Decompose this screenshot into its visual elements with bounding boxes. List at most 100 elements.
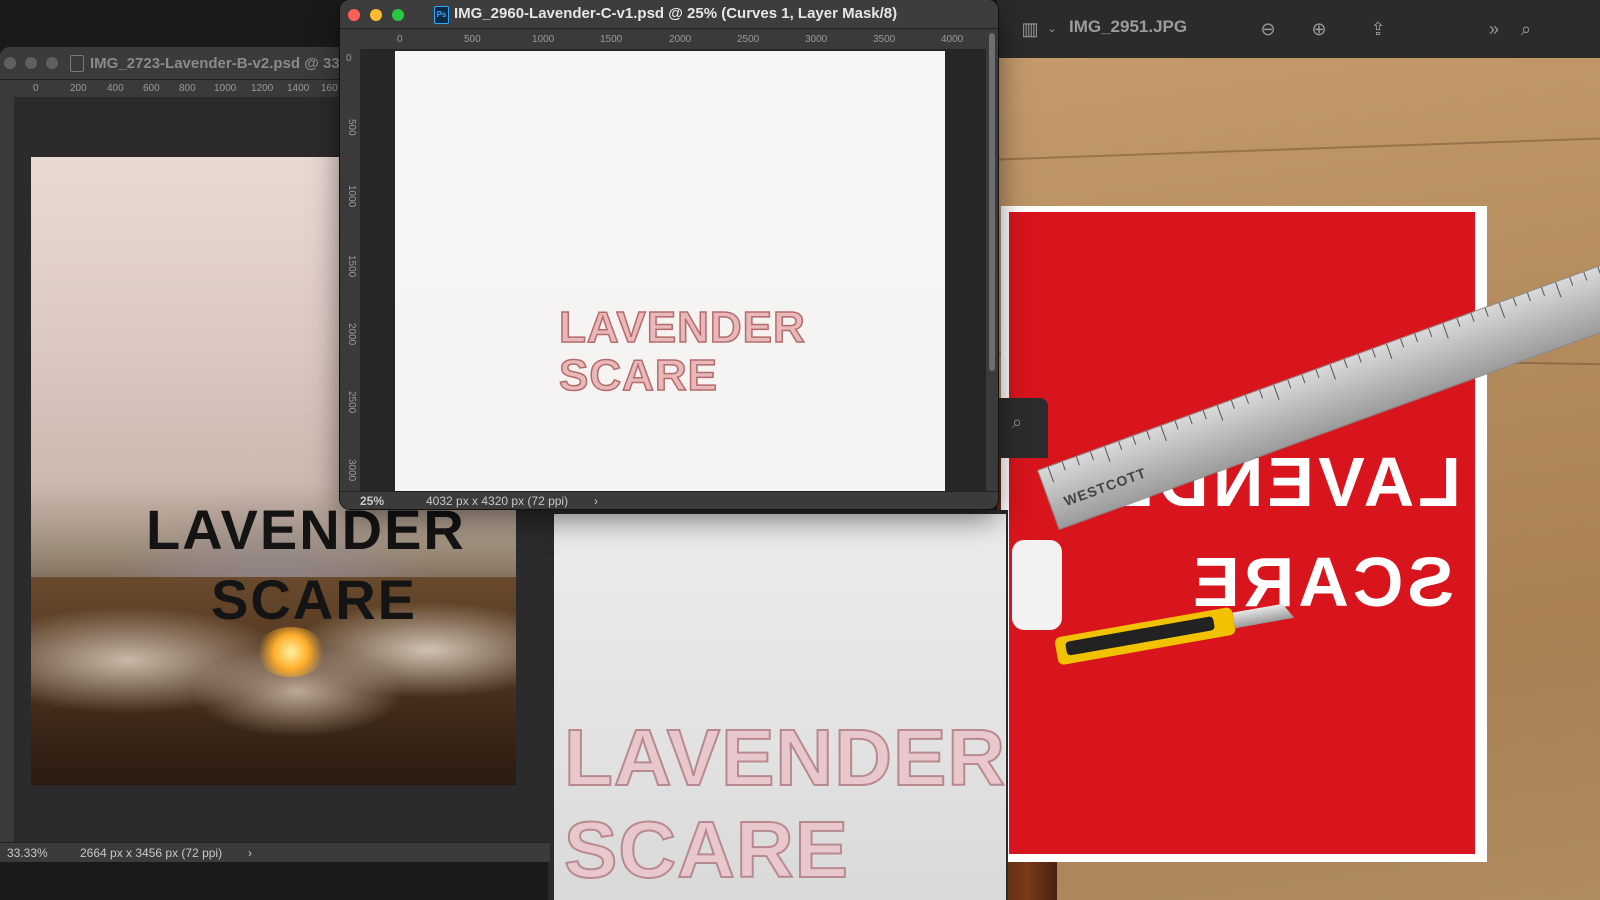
ruler-mark	[1245, 395, 1250, 404]
document-icon	[70, 55, 84, 72]
ruler-mark	[1470, 312, 1475, 322]
ruler-mark	[1512, 297, 1517, 307]
ruler-tick: 600	[143, 83, 160, 94]
ruler-mark	[1371, 348, 1376, 358]
ruler-tick: 800	[179, 83, 196, 94]
vertical-ruler	[0, 97, 15, 842]
ruler-mark	[1526, 292, 1531, 302]
ruler-mark	[1357, 353, 1362, 363]
chevron-down-icon[interactable]: ⌄	[1039, 16, 1065, 42]
ruler-tick: 500	[464, 34, 481, 45]
fire	[256, 627, 326, 677]
ruler-tick: 2500	[737, 34, 760, 45]
share-icon[interactable]: ⇪	[1365, 16, 1391, 42]
vertical-scrollbar[interactable]	[986, 29, 998, 491]
search-icon[interactable]: ⌕	[1012, 412, 1022, 433]
ruler-mark	[1202, 410, 1207, 420]
chevron-right-icon[interactable]: ›	[248, 846, 252, 860]
ruler-tick: 4000	[941, 34, 964, 45]
ruler-mark	[1428, 328, 1433, 338]
more-icon[interactable]: »	[1481, 16, 1507, 42]
ruler-mark	[1569, 277, 1574, 286]
zoom-in-icon[interactable]: ⊕	[1306, 16, 1332, 42]
close-button[interactable]	[348, 9, 360, 21]
ruler-mark	[1089, 451, 1094, 461]
ruler-tick: 1000	[214, 83, 237, 94]
ruler-tick: 2000	[669, 34, 692, 45]
doc-word-lavender: LAVENDER	[558, 302, 806, 353]
chevron-right-icon[interactable]: ›	[594, 494, 598, 508]
search-icon[interactable]: ⌕	[1513, 16, 1539, 42]
ruler-tick: 1400	[287, 83, 310, 94]
ruler-tick: 400	[107, 83, 124, 94]
ruler-tick: 2000	[346, 323, 357, 346]
ruler-mark	[1541, 287, 1546, 297]
ruler-mark	[1216, 405, 1224, 421]
minimize-button[interactable]	[25, 57, 37, 69]
scrollbar-thumb[interactable]	[989, 33, 995, 371]
preview-toolbar: ▥ ⌄ IMG_2951.JPG ⊖ ⊕ ⇪ » ⌕	[997, 0, 1600, 59]
ruler-mark	[1273, 384, 1280, 401]
red-stencil-sheet: LAVENDER SCARE	[1001, 206, 1487, 862]
ruler-tick: 1000	[346, 185, 357, 208]
document-canvas[interactable]: LAVENDER SCARE	[395, 51, 945, 491]
ruler-mark	[1047, 466, 1055, 483]
title-bar: Ps IMG_2960-Lavender-C-v1.psd @ 25% (Cur…	[340, 0, 998, 29]
search-pane: ⌕	[998, 398, 1048, 458]
stencil-word-lavender: LAVENDER	[563, 712, 1007, 803]
ruler-mark	[1259, 389, 1264, 399]
ruler-mark	[1061, 461, 1066, 471]
ruler-tick: 0	[346, 53, 352, 64]
ruler-tick: 1500	[346, 255, 357, 278]
photoshop-document-icon: Ps	[434, 6, 449, 24]
ruler-mark	[1343, 359, 1348, 368]
ruler-mark	[1230, 400, 1235, 409]
ruler-tick: 500	[346, 119, 357, 136]
ruler-mark	[1315, 369, 1320, 379]
zoom-level[interactable]: 33.33%	[7, 846, 48, 860]
preview-title: IMG_2951.JPG	[1069, 17, 1188, 36]
document-dimensions: 2664 px x 3456 px (72 ppi)	[80, 846, 223, 860]
zoom-button[interactable]	[46, 57, 58, 69]
ruler-tick: 0	[397, 34, 403, 45]
ruler-tick: 1500	[600, 34, 623, 45]
vertical-ruler: 0 500 1000 1500 2000 2500 3000	[340, 49, 361, 491]
ruler-mark	[1385, 343, 1393, 360]
status-bar: 25% 4032 px x 4320 px (72 ppi) ›	[340, 491, 998, 509]
ruler-mark	[1400, 338, 1405, 348]
ruler-mark	[1484, 307, 1489, 317]
white-eraser	[1012, 540, 1062, 630]
ruler-mark	[1146, 430, 1151, 440]
close-button[interactable]	[4, 57, 16, 69]
ruler-tick: 1000	[532, 34, 555, 45]
ruler-mark	[1498, 302, 1506, 319]
doc-word-scare: SCARE	[558, 350, 719, 401]
ruler-tick: 3000	[346, 459, 357, 482]
document-dimensions: 4032 px x 4320 px (72 ppi)	[426, 494, 569, 508]
preview-window: ▥ ⌄ IMG_2951.JPG ⊖ ⊕ ⇪ » ⌕ LAVENDER SCAR…	[997, 0, 1600, 900]
poster-word-scare: SCARE	[211, 568, 418, 631]
zoom-out-icon[interactable]: ⊖	[1255, 16, 1281, 42]
ruler-mark	[1118, 441, 1123, 450]
window-title: IMG_2960-Lavender-C-v1.psd @ 25% (Curves…	[454, 5, 898, 22]
ruler-mark	[1104, 446, 1111, 462]
minimize-button[interactable]	[370, 9, 382, 21]
zoom-button[interactable]	[392, 9, 404, 21]
ruler-mark	[1456, 318, 1461, 327]
zoom-level[interactable]: 25%	[360, 494, 384, 508]
ruler-mark	[1442, 323, 1449, 339]
ruler-tick: 3500	[873, 34, 896, 45]
stencil-word-scare: SCARE	[563, 804, 850, 895]
ruler-mark	[1188, 415, 1193, 425]
ruler-tick: 3000	[805, 34, 828, 45]
ruler-tick: 2500	[346, 391, 357, 414]
ruler-mark	[1301, 374, 1306, 384]
ruler-mark	[1174, 420, 1179, 430]
status-bar: 33.33% 2664 px x 3456 px (72 ppi) ›	[0, 842, 550, 862]
horizontal-ruler: 0 500 1000 1500 2000 2500 3000 3500 4000	[340, 29, 998, 50]
ruler-mark	[1287, 379, 1292, 389]
photoshop-window-c: Ps IMG_2960-Lavender-C-v1.psd @ 25% (Cur…	[340, 0, 998, 509]
window-title: IMG_2723-Lavender-B-v2.psd @ 33	[90, 55, 340, 72]
ruler-mark	[1414, 333, 1419, 343]
ruler-tick: 160	[321, 83, 338, 94]
